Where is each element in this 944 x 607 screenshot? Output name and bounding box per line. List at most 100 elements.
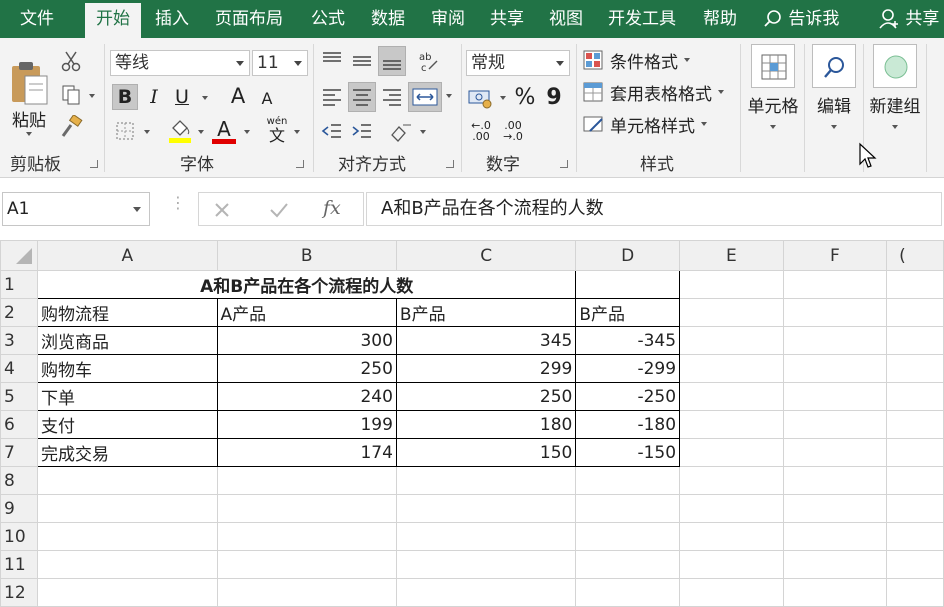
- accounting-dropdown-caret[interactable]: [500, 96, 506, 100]
- cell[interactable]: [782, 466, 888, 495]
- cell[interactable]: 购物流程: [37, 298, 218, 327]
- phonetic-button[interactable]: wén 文: [262, 116, 292, 146]
- cell[interactable]: 完成交易: [37, 438, 218, 467]
- shrink-font-button[interactable]: A: [256, 86, 278, 110]
- bold-button[interactable]: B: [112, 84, 138, 110]
- underline-dropdown-caret[interactable]: [202, 96, 208, 100]
- alignment-launcher[interactable]: [446, 160, 454, 168]
- cell[interactable]: [37, 466, 218, 495]
- tab-help[interactable]: 帮助: [703, 0, 737, 38]
- column-header-a[interactable]: A: [37, 240, 218, 271]
- share-button[interactable]: 共享: [878, 0, 939, 38]
- cell[interactable]: [886, 438, 944, 467]
- chevron-down-icon[interactable]: [294, 61, 302, 66]
- phonetic-dropdown-caret[interactable]: [294, 130, 300, 134]
- tab-share[interactable]: 共享: [490, 0, 524, 38]
- cells-button[interactable]: 单元格: [744, 44, 802, 148]
- cell[interactable]: [37, 522, 218, 551]
- cell[interactable]: 浏览商品: [37, 326, 218, 355]
- row-header[interactable]: 1: [0, 270, 38, 299]
- enter-check-icon[interactable]: [269, 201, 289, 219]
- cell[interactable]: [782, 270, 888, 299]
- align-bottom-button[interactable]: [378, 46, 406, 76]
- cell-styles-button[interactable]: 单元格样式: [582, 110, 716, 138]
- cell[interactable]: [395, 550, 577, 579]
- tab-review[interactable]: 审阅: [431, 0, 465, 38]
- cell[interactable]: [886, 298, 944, 327]
- column-header-b[interactable]: B: [216, 240, 397, 271]
- row-header[interactable]: 3: [0, 326, 38, 355]
- cell[interactable]: [886, 550, 944, 579]
- font-color-button[interactable]: A: [210, 116, 238, 146]
- underline-button[interactable]: U: [170, 84, 194, 110]
- chevron-down-icon[interactable]: [133, 207, 141, 212]
- column-header-d[interactable]: D: [575, 240, 681, 271]
- new-group-button[interactable]: 新建组: [864, 44, 926, 148]
- cell[interactable]: B产品: [575, 298, 681, 327]
- cell[interactable]: [679, 578, 784, 607]
- cell[interactable]: [679, 466, 784, 495]
- cell[interactable]: 199: [216, 410, 397, 439]
- cell[interactable]: [575, 270, 681, 299]
- cell[interactable]: [575, 578, 681, 607]
- column-header-e[interactable]: E: [679, 240, 784, 271]
- cell[interactable]: [782, 410, 888, 439]
- copy-dropdown-caret[interactable]: [89, 94, 95, 98]
- row-header[interactable]: 6: [0, 410, 38, 439]
- cell[interactable]: [216, 578, 397, 607]
- cell[interactable]: [782, 438, 888, 467]
- cell[interactable]: 250: [395, 382, 577, 411]
- cell[interactable]: [782, 578, 888, 607]
- drag-handle-icon[interactable]: ⋮: [170, 195, 186, 211]
- merge-dropdown-caret[interactable]: [446, 94, 452, 98]
- cell[interactable]: 下单: [37, 382, 218, 411]
- cell[interactable]: [886, 522, 944, 551]
- paste-button[interactable]: 粘贴: [6, 50, 52, 140]
- cell[interactable]: 支付: [37, 410, 218, 439]
- conditional-formatting-button[interactable]: 条件格式: [582, 46, 712, 74]
- cell[interactable]: [886, 270, 944, 299]
- row-header[interactable]: 9: [0, 494, 38, 523]
- row-header[interactable]: 4: [0, 354, 38, 383]
- decrease-decimal-button[interactable]: .00 →.0: [498, 116, 528, 146]
- cell[interactable]: 174: [216, 438, 397, 467]
- chevron-down-icon[interactable]: [556, 61, 564, 66]
- align-right-button[interactable]: [378, 82, 406, 112]
- cell[interactable]: -180: [575, 410, 681, 439]
- cell[interactable]: [679, 410, 784, 439]
- cell[interactable]: -250: [575, 382, 681, 411]
- row-header[interactable]: 11: [0, 550, 38, 579]
- cell[interactable]: [886, 382, 944, 411]
- cell[interactable]: [395, 522, 577, 551]
- cell[interactable]: A产品: [216, 298, 397, 327]
- row-header[interactable]: 8: [0, 466, 38, 495]
- number-launcher[interactable]: [560, 160, 568, 168]
- cell[interactable]: [37, 578, 218, 607]
- cell[interactable]: [679, 382, 784, 411]
- borders-button[interactable]: [112, 118, 138, 144]
- cell[interactable]: [575, 466, 681, 495]
- cell[interactable]: [395, 578, 577, 607]
- cell[interactable]: [886, 578, 944, 607]
- cell[interactable]: 300: [216, 326, 397, 355]
- tab-file[interactable]: 文件: [20, 0, 54, 38]
- cell[interactable]: [37, 494, 218, 523]
- cell[interactable]: 240: [216, 382, 397, 411]
- cell[interactable]: [679, 270, 784, 299]
- cell[interactable]: [575, 522, 681, 551]
- cell[interactable]: B产品: [395, 298, 577, 327]
- row-header[interactable]: 2: [0, 298, 38, 327]
- column-header-c[interactable]: C: [395, 240, 577, 271]
- column-header-f[interactable]: F: [782, 240, 888, 271]
- tab-page-layout[interactable]: 页面布局: [215, 0, 283, 38]
- copy-button[interactable]: [58, 82, 84, 108]
- cell[interactable]: [679, 438, 784, 467]
- cell[interactable]: [782, 494, 888, 523]
- cell[interactable]: [886, 466, 944, 495]
- row-header[interactable]: 10: [0, 522, 38, 551]
- editing-button[interactable]: 编辑: [806, 44, 862, 148]
- cell[interactable]: [216, 466, 397, 495]
- cell[interactable]: -299: [575, 354, 681, 383]
- orientation-button[interactable]: ab c: [412, 46, 442, 76]
- cell[interactable]: [216, 494, 397, 523]
